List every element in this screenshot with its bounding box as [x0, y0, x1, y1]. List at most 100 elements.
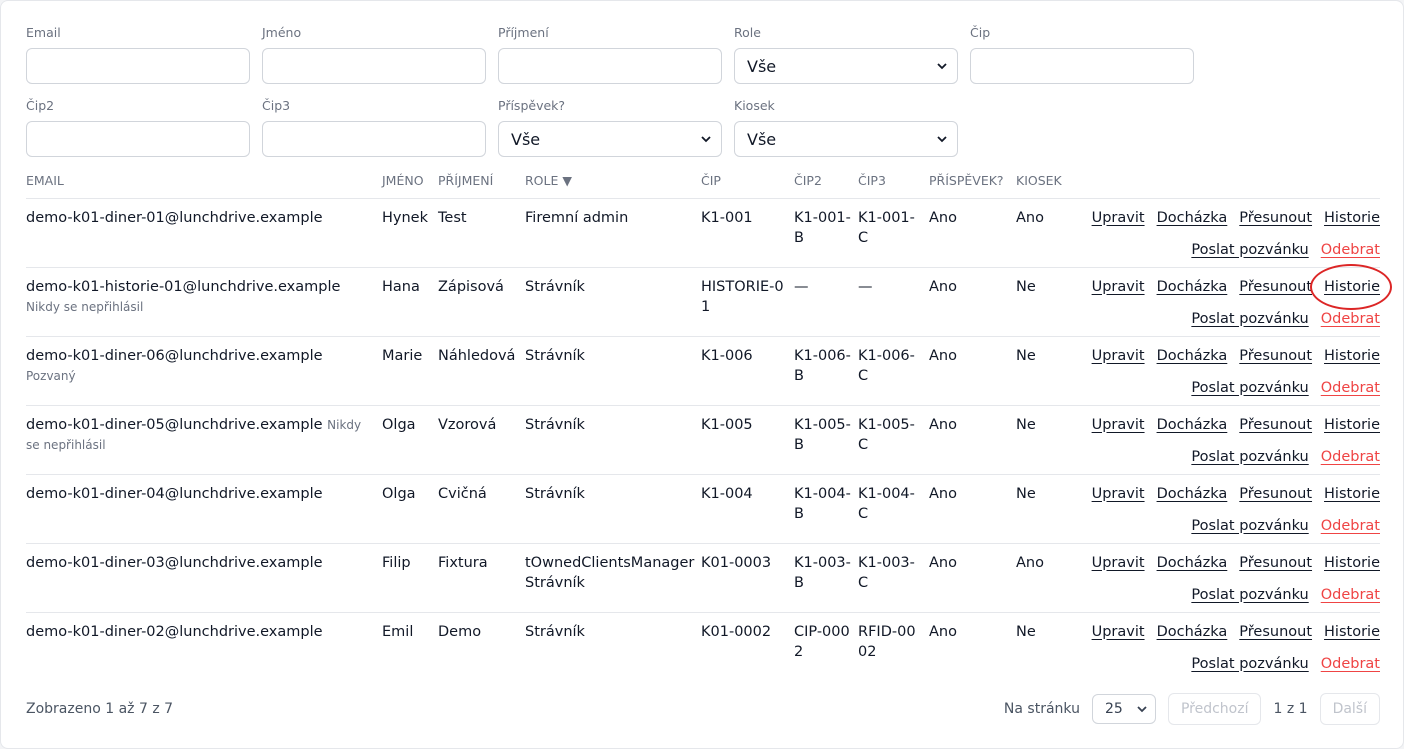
- row-actions-primary: Upravit Docházka Přesunout Historie: [1086, 415, 1380, 435]
- cell-prijmeni: Test: [438, 198, 525, 268]
- users-card: Email Jméno Příjmení Role Vše Čip Čip2 Č…: [0, 0, 1404, 749]
- cell-cip3: RFID-0002: [858, 623, 916, 660]
- cell-prispevek: Ano: [929, 474, 1016, 544]
- remove-link[interactable]: Odebrat: [1321, 654, 1380, 674]
- col-header-email[interactable]: EMAIL: [26, 164, 382, 199]
- cell-jmeno: Filip: [382, 543, 438, 613]
- remove-link[interactable]: Odebrat: [1321, 309, 1380, 329]
- row-actions-secondary: Poslat pozvánku Odebrat: [1086, 447, 1380, 467]
- attendance-link[interactable]: Docházka: [1157, 415, 1228, 435]
- edit-link[interactable]: Upravit: [1092, 277, 1145, 297]
- user-email: demo-k01-historie-01@lunchdrive.example: [26, 278, 341, 295]
- cell-actions: Upravit Docházka Přesunout Historie Poslat p…: [1086, 543, 1380, 613]
- send-invite-link[interactable]: Poslat pozvánku: [1191, 585, 1308, 605]
- remove-link[interactable]: Odebrat: [1321, 585, 1380, 605]
- history-link[interactable]: Historie: [1324, 346, 1380, 366]
- cell-cip3: —: [858, 267, 929, 337]
- row-actions-primary: Upravit Docházka Přesunout Historie: [1086, 553, 1380, 573]
- contribution-filter-select[interactable]: Vše: [498, 121, 722, 157]
- move-link[interactable]: Přesunout: [1239, 346, 1312, 366]
- cell-prijmeni: Fixtura: [438, 543, 525, 613]
- col-header-cip[interactable]: ČIP: [701, 164, 794, 199]
- send-invite-link[interactable]: Poslat pozvánku: [1191, 240, 1308, 260]
- attendance-link[interactable]: Docházka: [1157, 208, 1228, 228]
- cell-email: demo-k01-diner-06@lunchdrive.example Poz…: [26, 336, 382, 406]
- cell-role: Strávník: [525, 267, 701, 337]
- attendance-link[interactable]: Docházka: [1157, 622, 1228, 642]
- last-name-filter-input[interactable]: [498, 48, 722, 84]
- attendance-link[interactable]: Docházka: [1157, 277, 1228, 297]
- history-link[interactable]: Historie: [1324, 553, 1380, 573]
- attendance-link[interactable]: Docházka: [1157, 553, 1228, 573]
- per-page-select[interactable]: 25: [1091, 694, 1156, 724]
- edit-link[interactable]: Upravit: [1092, 415, 1145, 435]
- move-link[interactable]: Přesunout: [1239, 553, 1312, 573]
- history-link[interactable]: Historie: [1324, 279, 1380, 295]
- attendance-link[interactable]: Docházka: [1157, 346, 1228, 366]
- history-link[interactable]: Historie: [1324, 415, 1380, 435]
- cell-kiosek: Ano: [1016, 543, 1086, 613]
- send-invite-link[interactable]: Poslat pozvánku: [1191, 654, 1308, 674]
- send-invite-link[interactable]: Poslat pozvánku: [1191, 447, 1308, 467]
- cell-jmeno: Hana: [382, 267, 438, 337]
- cell-prijmeni: Náhledová: [438, 336, 525, 406]
- cell-kiosek: Ne: [1016, 267, 1086, 337]
- remove-link[interactable]: Odebrat: [1321, 240, 1380, 260]
- next-page-button[interactable]: Další: [1319, 693, 1380, 725]
- move-link[interactable]: Přesunout: [1239, 415, 1312, 435]
- col-header-cip3[interactable]: ČIP3: [858, 164, 929, 199]
- col-header-prijmeni[interactable]: PŘÍJMENÍ: [438, 164, 525, 199]
- remove-link[interactable]: Odebrat: [1321, 378, 1380, 398]
- cell-prijmeni: Cvičná: [438, 474, 525, 544]
- results-summary: Zobrazeno 1 až 7 z 7: [26, 701, 174, 717]
- cell-jmeno: Emil: [382, 623, 414, 640]
- edit-link[interactable]: Upravit: [1092, 484, 1145, 504]
- history-link[interactable]: Historie: [1324, 622, 1380, 642]
- chip-filter-input[interactable]: [970, 48, 1194, 84]
- cell-kiosek: Ne: [1016, 474, 1086, 544]
- history-link[interactable]: Historie: [1324, 208, 1380, 228]
- filter-label: Email: [26, 25, 61, 40]
- remove-link[interactable]: Odebrat: [1321, 516, 1380, 536]
- cell-cip2: —: [794, 267, 858, 337]
- user-status-note: Pozvaný: [26, 368, 76, 383]
- filter-label: Příjmení: [498, 25, 549, 40]
- edit-link[interactable]: Upravit: [1092, 622, 1145, 642]
- role-filter-select[interactable]: Vše: [734, 48, 958, 84]
- send-invite-link[interactable]: Poslat pozvánku: [1191, 516, 1308, 536]
- cell-prispevek: Ano: [929, 405, 1016, 475]
- cell-cip: K01-0003: [701, 543, 794, 613]
- move-link[interactable]: Přesunout: [1239, 622, 1312, 642]
- col-header-kiosek[interactable]: KIOSEK: [1016, 164, 1086, 199]
- col-header-role[interactable]: ROLE ▼: [525, 164, 701, 199]
- col-header-prispevek[interactable]: PŘÍSPĚVEK?: [929, 164, 1016, 199]
- cell-cip: K01-0002: [701, 623, 772, 640]
- kiosk-filter-select[interactable]: Vše: [734, 121, 958, 157]
- move-link[interactable]: Přesunout: [1239, 277, 1312, 297]
- cell-email: demo-k01-diner-01@lunchdrive.example: [26, 198, 382, 268]
- edit-link[interactable]: Upravit: [1092, 346, 1145, 366]
- edit-link[interactable]: Upravit: [1092, 208, 1145, 228]
- email-filter-input[interactable]: [26, 48, 250, 84]
- chip2-filter-input[interactable]: [26, 121, 250, 157]
- remove-link[interactable]: Odebrat: [1321, 447, 1380, 467]
- user-email: demo-k01-diner-02@lunchdrive.example: [26, 623, 323, 640]
- send-invite-link[interactable]: Poslat pozvánku: [1191, 378, 1308, 398]
- cell-actions: Upravit Docházka Přesunout Historie Poslat p…: [1086, 474, 1380, 544]
- previous-page-button[interactable]: Předchozí: [1167, 693, 1262, 725]
- col-header-cip2[interactable]: ČIP2: [794, 164, 858, 199]
- send-invite-link[interactable]: Poslat pozvánku: [1191, 309, 1308, 329]
- history-link[interactable]: Historie: [1324, 484, 1380, 504]
- user-status-note: Nikdy se nepřihlásil: [26, 299, 144, 314]
- per-page-label: Na stránku: [1003, 701, 1080, 717]
- move-link[interactable]: Přesunout: [1239, 484, 1312, 504]
- cell-cip3: K1-003-C: [858, 543, 929, 613]
- move-link[interactable]: Přesunout: [1239, 208, 1312, 228]
- attendance-link[interactable]: Docházka: [1157, 484, 1228, 504]
- row-actions-primary: Upravit Docházka Přesunout Historie: [1086, 484, 1380, 504]
- first-name-filter-input[interactable]: [262, 48, 486, 84]
- chip3-filter-input[interactable]: [262, 121, 486, 157]
- col-header-jmeno[interactable]: JMÉNO: [382, 164, 438, 199]
- edit-link[interactable]: Upravit: [1092, 553, 1145, 573]
- cell-prispevek: Ano: [929, 623, 957, 640]
